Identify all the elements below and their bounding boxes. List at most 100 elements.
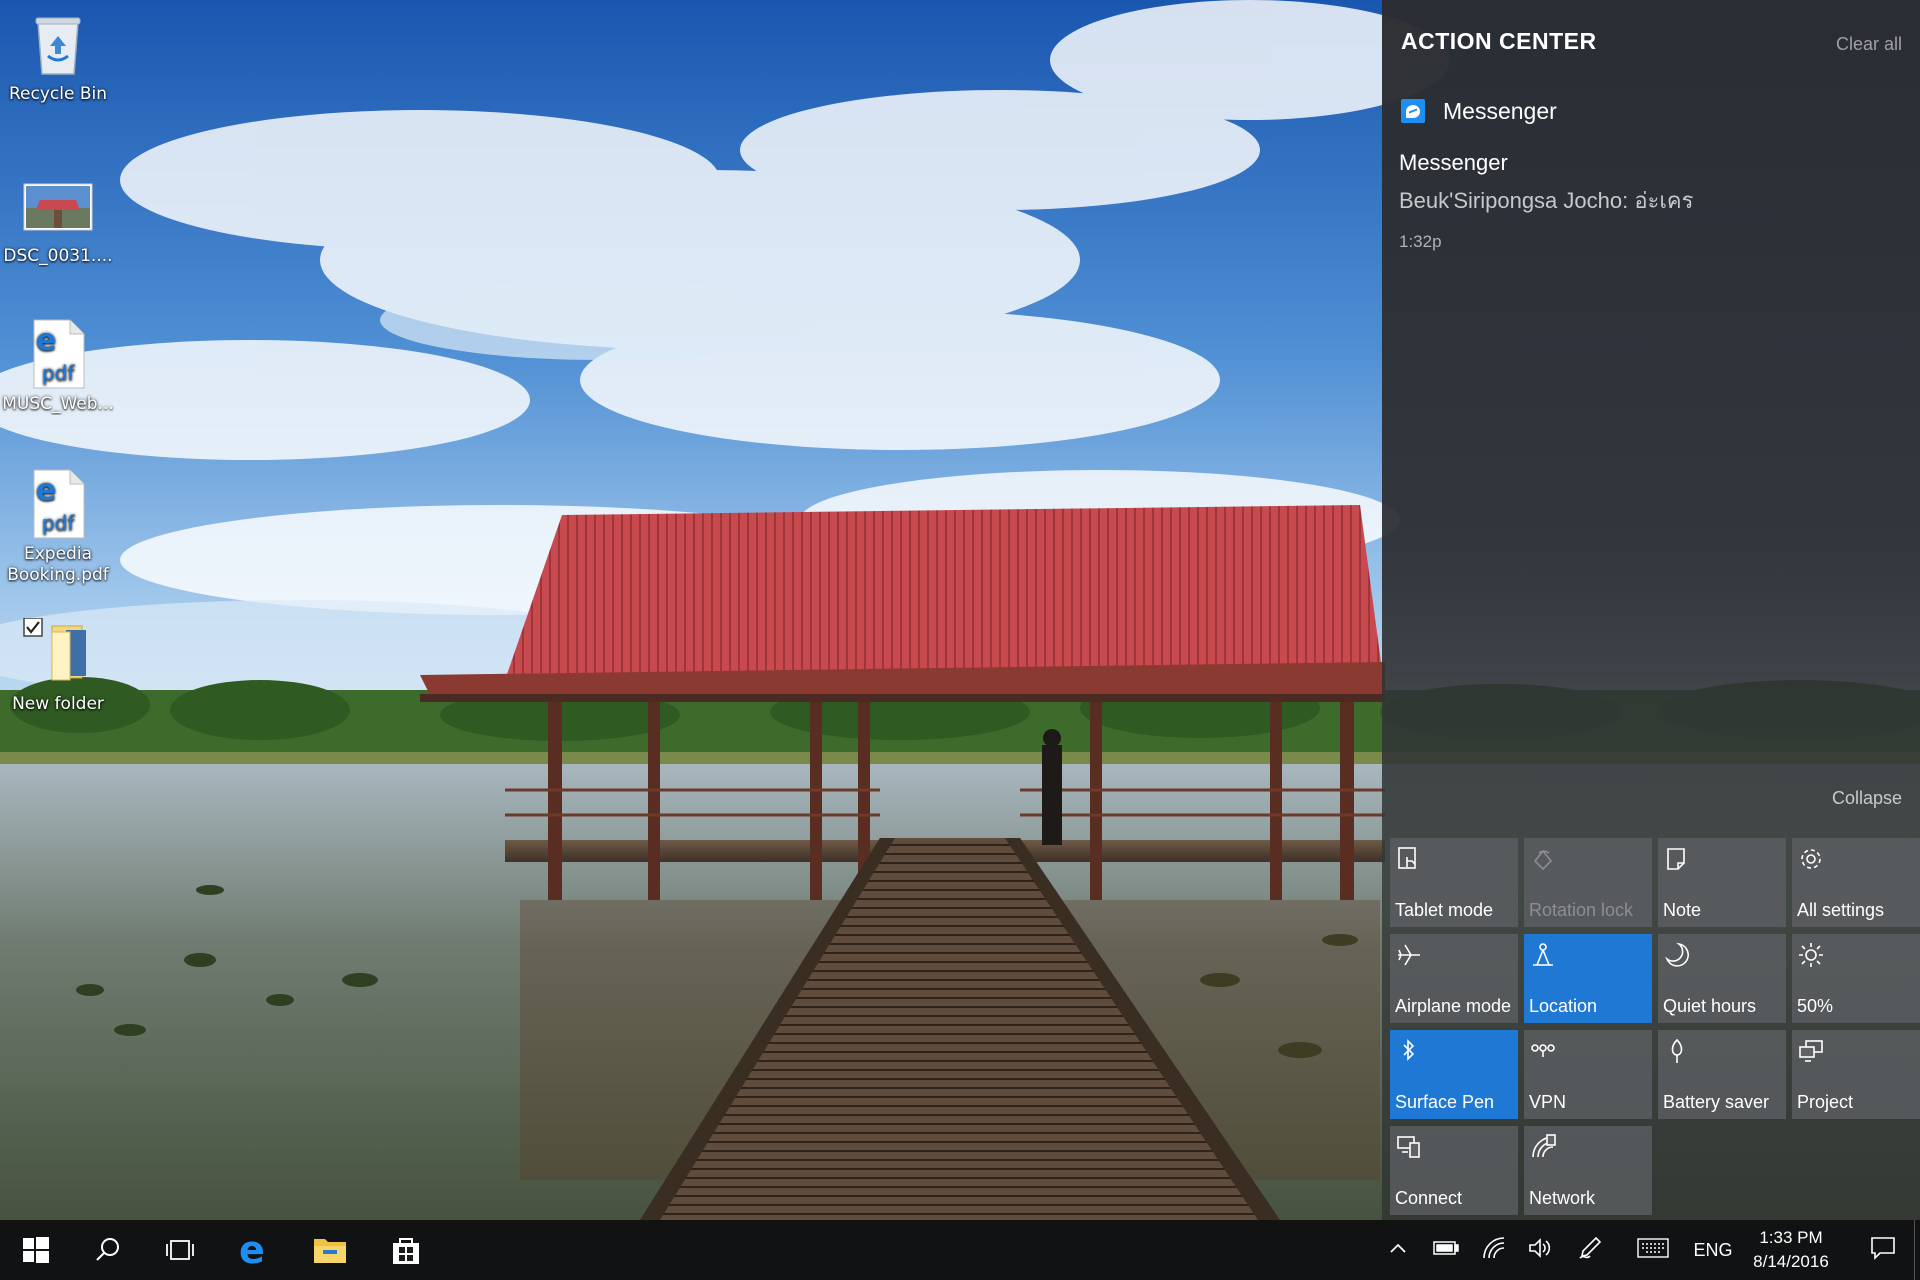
tile-label: Airplane mode: [1395, 996, 1512, 1016]
chevron-up-icon: [1389, 1241, 1407, 1259]
volume-icon: [1528, 1237, 1552, 1264]
desktop-icon-label: Expedia Booking.pdf: [7, 544, 109, 585]
volume-tray-button[interactable]: [1520, 1220, 1560, 1280]
desktop-icon-recycle-bin[interactable]: Recycle Bin: [0, 8, 116, 105]
show-hidden-icons-button[interactable]: [1380, 1220, 1416, 1280]
edge-taskbar-button[interactable]: e: [218, 1220, 290, 1280]
desktop-icon-label: DSC_0031....: [3, 246, 113, 266]
tile-brightness[interactable]: 50%: [1792, 934, 1920, 1023]
action-center-button[interactable]: [1856, 1220, 1910, 1280]
tile-tablet-mode[interactable]: Tablet mode: [1390, 838, 1518, 927]
brightness-icon: [1797, 941, 1825, 969]
battery-icon: [1433, 1240, 1459, 1260]
network-icon: [1529, 1133, 1557, 1161]
tile-label: Tablet mode: [1395, 900, 1494, 920]
clear-all-button[interactable]: Clear all: [1836, 34, 1902, 55]
tile-label: Rotation lock: [1529, 900, 1634, 920]
battery-tray-button[interactable]: [1426, 1220, 1466, 1280]
svg-text:e: e: [36, 473, 56, 508]
tile-label: Network: [1529, 1188, 1596, 1208]
store-taskbar-button[interactable]: [370, 1220, 442, 1280]
action-center-panel: ACTION CENTER Clear all Messenger Messen…: [1382, 0, 1920, 1220]
tile-label: Location: [1529, 996, 1598, 1016]
tile-surface-pen[interactable]: Surface Pen: [1390, 1030, 1518, 1119]
tile-label: 50%: [1797, 996, 1834, 1016]
svg-text:pdf: pdf: [42, 361, 75, 385]
network-tray-button[interactable]: [1474, 1220, 1514, 1280]
rotation-lock-icon: [1529, 845, 1557, 873]
vpn-icon: [1529, 1037, 1557, 1065]
keyboard-icon: [1637, 1237, 1669, 1263]
file-explorer-taskbar-button[interactable]: [294, 1220, 366, 1280]
location-icon: [1529, 941, 1557, 969]
notification-app-header[interactable]: Messenger: [1401, 96, 1557, 126]
store-icon: [390, 1234, 422, 1266]
tile-project[interactable]: Project: [1792, 1030, 1920, 1119]
tile-all-settings[interactable]: All settings: [1792, 838, 1920, 927]
edge-pdf-icon: e pdf: [22, 468, 94, 540]
notification-time: 1:32p: [1399, 232, 1442, 251]
touch-keyboard-button[interactable]: [1630, 1220, 1676, 1280]
task-view-icon: [165, 1238, 195, 1262]
notification-title: Messenger: [1399, 150, 1508, 175]
messenger-icon: [1401, 99, 1425, 123]
tile-connect[interactable]: Connect: [1390, 1126, 1518, 1215]
collapse-button[interactable]: Collapse: [1832, 788, 1902, 809]
notification-card[interactable]: Messenger Beuk'Siripongsa Jocho: อ่ะเคร …: [1399, 150, 1693, 252]
tile-label: Surface Pen: [1395, 1092, 1495, 1112]
tablet-mode-icon: [1395, 845, 1423, 873]
note-icon: [1663, 845, 1691, 873]
task-view-button[interactable]: [144, 1220, 216, 1280]
tile-network[interactable]: Network: [1524, 1126, 1652, 1215]
gear-icon: [1797, 845, 1825, 873]
tile-label: Connect: [1395, 1188, 1463, 1208]
search-icon: [95, 1237, 121, 1263]
folder-icon: [22, 617, 94, 690]
moon-icon: [1663, 941, 1691, 969]
svg-text:e: e: [239, 1234, 265, 1266]
desktop-icon-label: New folder: [12, 694, 104, 714]
show-desktop-button[interactable]: [1914, 1220, 1920, 1280]
desktop-icon-new-folder[interactable]: New folder: [0, 617, 116, 715]
desktop-icon-expedia-pdf[interactable]: e pdf Expedia Booking.pdf: [0, 468, 116, 586]
taskbar: e ENG 1:33 PM 8/14/2016: [0, 1220, 1920, 1280]
desktop-icon-dsc-image[interactable]: DSC_0031....: [0, 170, 116, 267]
clock-date: 8/14/2016: [1753, 1252, 1829, 1271]
tile-label: All settings: [1797, 900, 1885, 920]
wifi-icon: [1482, 1236, 1506, 1265]
search-button[interactable]: [72, 1220, 144, 1280]
tile-label: VPN: [1529, 1092, 1567, 1112]
action-center-title: ACTION CENTER: [1401, 28, 1597, 54]
tile-airplane-mode[interactable]: Airplane mode: [1390, 934, 1518, 1023]
notification-icon: [1870, 1236, 1896, 1265]
airplane-icon: [1395, 941, 1423, 969]
recycle-bin-icon: [22, 8, 94, 80]
notification-body: Beuk'Siripongsa Jocho: อ่ะเคร: [1399, 188, 1694, 213]
battery-saver-icon: [1663, 1037, 1691, 1065]
bluetooth-icon: [1395, 1037, 1423, 1065]
pen-icon: [1578, 1236, 1602, 1265]
tile-label: Quiet hours: [1663, 996, 1757, 1016]
windows-ink-tray-button[interactable]: [1570, 1220, 1610, 1280]
tile-rotation-lock[interactable]: Rotation lock: [1524, 838, 1652, 927]
clock-button[interactable]: 1:33 PM 8/14/2016: [1726, 1226, 1856, 1274]
notification-app-name: Messenger: [1443, 97, 1557, 124]
tile-label: Note: [1663, 900, 1702, 920]
clock-time: 1:33 PM: [1759, 1228, 1823, 1247]
quick-actions-grid: Tablet mode Rotation lock Note All setti…: [1390, 838, 1920, 1215]
image-thumbnail-icon: [22, 170, 94, 242]
desktop-icon-musc-pdf[interactable]: e pdf MUSC_Web...: [0, 318, 116, 415]
tile-battery-saver[interactable]: Battery saver: [1658, 1030, 1786, 1119]
connect-icon: [1395, 1133, 1423, 1161]
start-button[interactable]: [0, 1220, 72, 1280]
tile-vpn[interactable]: VPN: [1524, 1030, 1652, 1119]
tile-location[interactable]: Location: [1524, 934, 1652, 1023]
start-icon: [23, 1237, 49, 1263]
tile-quiet-hours[interactable]: Quiet hours: [1658, 934, 1786, 1023]
desktop-icon-label: MUSC_Web...: [2, 394, 114, 414]
project-icon: [1797, 1037, 1825, 1065]
edge-pdf-icon: e pdf: [22, 318, 94, 390]
tile-label: Battery saver: [1663, 1092, 1770, 1112]
tile-note[interactable]: Note: [1658, 838, 1786, 927]
file-explorer-icon: [313, 1236, 347, 1264]
